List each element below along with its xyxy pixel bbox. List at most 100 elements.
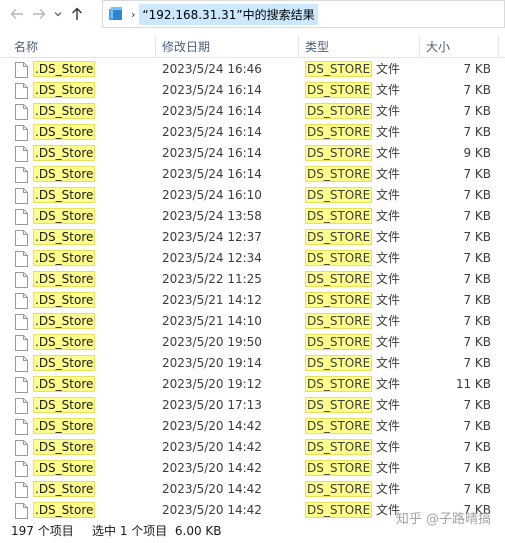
file-name[interactable]: .DS_Store [33,458,96,479]
table-row[interactable]: .DS_Store 2023/5/24 16:14 DS_STORE 文件 7 KB [0,101,505,122]
table-row[interactable]: .DS_Store 2023/5/24 16:14 DS_STORE 文件 9 KB [0,143,505,164]
file-modified-date: 2023/5/24 16:10 [162,188,262,202]
recent-locations-button[interactable] [50,2,66,26]
table-row[interactable]: .DS_Store 2023/5/20 14:42 DS_STORE 文件 7 KB [0,416,505,437]
file-name[interactable]: .DS_Store [33,143,96,164]
search-highlight: DS_STORE [305,439,373,455]
table-row[interactable]: .DS_Store 2023/5/21 14:12 DS_STORE 文件 7 KB [0,290,505,311]
file-modified-date: 2023/5/20 14:42 [162,419,262,433]
search-highlight: .DS_Store [33,250,96,266]
search-highlight: .DS_Store [33,460,96,476]
file-icon [15,251,29,267]
file-icon [15,419,29,435]
file-modified-date: 2023/5/24 12:34 [162,251,262,265]
file-name[interactable]: .DS_Store [33,500,96,521]
file-name[interactable]: .DS_Store [33,185,96,206]
file-name[interactable]: .DS_Store [33,248,96,269]
search-highlight: DS_STORE [305,229,373,245]
file-name[interactable]: .DS_Store [33,80,96,101]
table-row[interactable]: .DS_Store 2023/5/22 11:25 DS_STORE 文件 7 KB [0,269,505,290]
file-name[interactable]: .DS_Store [33,332,96,353]
table-row[interactable]: .DS_Store 2023/5/20 19:12 DS_STORE 文件 11 KB [0,374,505,395]
column-header-size[interactable]: 大小 [422,36,450,58]
search-highlight: DS_STORE [305,124,373,140]
search-highlight: .DS_Store [33,439,96,455]
file-modified-date: 2023/5/24 16:14 [162,83,262,97]
file-size: 7 KB [463,440,491,454]
search-highlight: DS_STORE [305,166,373,182]
item-count: 197 个项目 [11,524,74,538]
column-header-type[interactable]: 类型 [301,36,329,58]
file-name[interactable]: .DS_Store [33,395,96,416]
file-modified-date: 2023/5/20 19:12 [162,377,262,391]
file-type: DS_STORE 文件 [305,122,400,143]
file-name[interactable]: .DS_Store [33,122,96,143]
file-icon [15,104,29,120]
up-button[interactable] [66,2,88,26]
address-bar[interactable]: › “192.168.31.31”中的搜索结果 [102,0,505,28]
table-row[interactable]: .DS_Store 2023/5/20 19:50 DS_STORE 文件 7 KB [0,332,505,353]
table-row[interactable]: .DS_Store 2023/5/20 19:14 DS_STORE 文件 7 KB [0,353,505,374]
file-modified-date: 2023/5/24 16:46 [162,62,262,76]
breadcrumb-search-results[interactable]: “192.168.31.31”中的搜索结果 [139,3,318,25]
search-highlight: .DS_Store [33,103,96,119]
file-name[interactable]: .DS_Store [33,164,96,185]
search-highlight: .DS_Store [33,166,96,182]
column-divider[interactable] [155,36,156,58]
file-name[interactable]: .DS_Store [33,416,96,437]
file-modified-date: 2023/5/21 14:12 [162,293,262,307]
search-highlight: .DS_Store [33,124,96,140]
file-icon [15,62,29,78]
file-type: DS_STORE 文件 [305,395,400,416]
table-row[interactable]: .DS_Store 2023/5/24 16:14 DS_STORE 文件 7 KB [0,164,505,185]
column-divider[interactable] [419,36,420,58]
file-name[interactable]: .DS_Store [33,479,96,500]
column-header-date[interactable]: 修改日期 [158,36,210,58]
search-highlight: DS_STORE [305,103,373,119]
file-name[interactable]: .DS_Store [33,227,96,248]
table-row[interactable]: .DS_Store 2023/5/20 14:42 DS_STORE 文件 7 KB [0,437,505,458]
table-row[interactable]: .DS_Store 2023/5/20 14:42 DS_STORE 文件 7 KB [0,479,505,500]
table-row[interactable]: .DS_Store 2023/5/21 14:10 DS_STORE 文件 7 KB [0,311,505,332]
table-row[interactable]: .DS_Store 2023/5/20 17:13 DS_STORE 文件 7 KB [0,395,505,416]
file-size: 7 KB [463,293,491,307]
column-divider[interactable] [498,36,499,58]
table-row[interactable]: .DS_Store 2023/5/20 14:42 DS_STORE 文件 7 KB [0,458,505,479]
column-divider[interactable] [298,36,299,58]
file-name[interactable]: .DS_Store [33,374,96,395]
file-type: DS_STORE 文件 [305,206,400,227]
file-name[interactable]: .DS_Store [33,437,96,458]
file-name[interactable]: .DS_Store [33,290,96,311]
file-icon [15,146,29,162]
search-highlight: .DS_Store [33,61,96,77]
file-name[interactable]: .DS_Store [33,311,96,332]
column-header-name[interactable]: 名称 [10,36,38,58]
file-name[interactable]: .DS_Store [33,59,96,80]
table-row[interactable]: .DS_Store 2023/5/24 16:46 DS_STORE 文件 7 KB [0,59,505,80]
table-row[interactable]: .DS_Store 2023/5/24 13:58 DS_STORE 文件 7 KB [0,206,505,227]
breadcrumb-separator: › [131,7,136,21]
forward-button[interactable] [28,2,50,26]
file-name[interactable]: .DS_Store [33,206,96,227]
search-highlight: DS_STORE [305,397,373,413]
file-name[interactable]: .DS_Store [33,269,96,290]
file-type: DS_STORE 文件 [305,185,400,206]
file-modified-date: 2023/5/22 11:25 [162,272,262,286]
table-row[interactable]: .DS_Store 2023/5/24 16:14 DS_STORE 文件 7 KB [0,122,505,143]
file-type-suffix: 文件 [372,104,400,118]
table-row[interactable]: .DS_Store 2023/5/24 12:37 DS_STORE 文件 7 KB [0,227,505,248]
search-highlight: DS_STORE [305,355,373,371]
table-row[interactable]: .DS_Store 2023/5/24 16:14 DS_STORE 文件 7 KB [0,80,505,101]
search-highlight: .DS_Store [33,334,96,350]
file-type-suffix: 文件 [372,251,400,265]
table-row[interactable]: .DS_Store 2023/5/24 12:34 DS_STORE 文件 7 KB [0,248,505,269]
back-button[interactable] [6,2,28,26]
table-row[interactable]: .DS_Store 2023/5/24 16:10 DS_STORE 文件 7 KB [0,185,505,206]
search-highlight: .DS_Store [33,208,96,224]
file-type: DS_STORE 文件 [305,500,400,521]
file-name[interactable]: .DS_Store [33,101,96,122]
file-modified-date: 2023/5/20 14:42 [162,482,262,496]
file-size: 7 KB [463,167,491,181]
file-type-suffix: 文件 [372,83,400,97]
file-name[interactable]: .DS_Store [33,353,96,374]
